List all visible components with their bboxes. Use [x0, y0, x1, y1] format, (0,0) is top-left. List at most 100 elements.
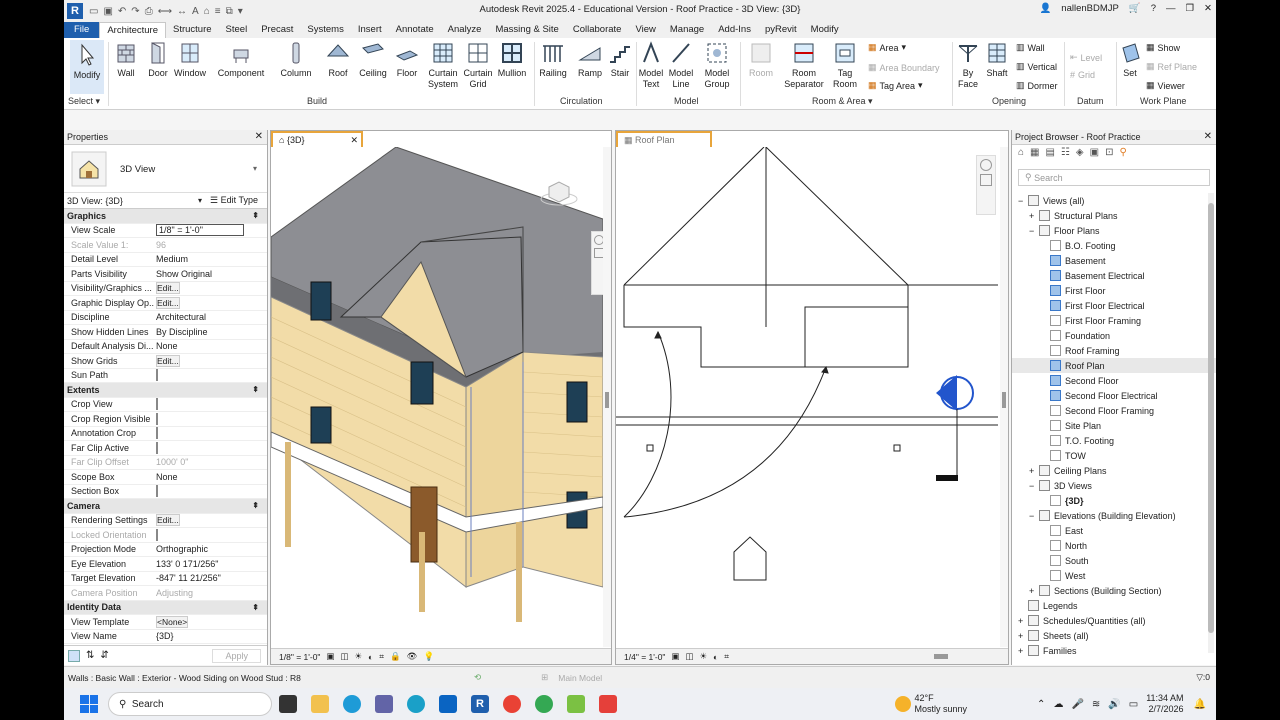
browser-item-basement[interactable]: Basement: [1012, 253, 1216, 268]
selection-count[interactable]: ▽:0: [1196, 672, 1210, 683]
browser-item-second-floor-framing[interactable]: Second Floor Framing: [1012, 403, 1216, 418]
revit-taskbar-icon[interactable]: R: [471, 695, 489, 713]
area-button[interactable]: ▦ Area ▾: [868, 42, 906, 53]
tab-systems[interactable]: Systems: [300, 22, 350, 38]
browser-item-sheets-all[interactable]: + Sheets (all): [1012, 628, 1216, 643]
property-edit-button[interactable]: Edit...: [156, 282, 180, 295]
expand-icon[interactable]: −: [1029, 226, 1039, 236]
property-edit-button[interactable]: Edit...: [156, 514, 180, 527]
save-icon[interactable]: ▣: [103, 6, 112, 17]
collapse-icon[interactable]: ⇞: [252, 385, 259, 394]
tab-modify[interactable]: Modify: [804, 22, 846, 38]
roof-button[interactable]: Roof: [322, 40, 354, 79]
property-checkbox[interactable]: [156, 369, 158, 382]
browser-scrollbar[interactable]: [1208, 193, 1214, 653]
wall-opening-button[interactable]: ▥ Wall: [1016, 42, 1045, 53]
camtasia-icon[interactable]: [567, 695, 585, 713]
visual-style-icon[interactable]: ◫: [340, 651, 348, 662]
browser-item-first-floor-electrical[interactable]: First Floor Electrical: [1012, 298, 1216, 313]
property-value[interactable]: Show Original: [156, 269, 212, 279]
property-value[interactable]: Orthographic: [156, 544, 208, 554]
tab-roof-plan[interactable]: ▦ Roof Plan: [616, 131, 712, 147]
property-checkbox[interactable]: [156, 485, 158, 498]
browser-item-first-floor[interactable]: First Floor: [1012, 283, 1216, 298]
curtain-system-button[interactable]: Curtain System: [424, 40, 462, 90]
view-scale-3d[interactable]: 1/8" = 1'-0": [279, 652, 320, 662]
property-checkbox[interactable]: [156, 528, 158, 541]
browser-item-structural-plans[interactable]: + Structural Plans: [1012, 208, 1216, 223]
group-camera[interactable]: Camera ⇞: [64, 499, 267, 514]
group-graphics[interactable]: Graphics ⇞: [64, 209, 267, 224]
component-button[interactable]: Component: [216, 40, 266, 79]
switch-windows-icon[interactable]: ⧉: [226, 6, 233, 17]
curtain-grid-button[interactable]: Curtain Grid: [460, 40, 496, 90]
select-panel-label[interactable]: Select ▾: [68, 96, 100, 107]
design-option-status[interactable]: Main Model: [558, 673, 602, 683]
browser-item-basement-electrical[interactable]: Basement Electrical: [1012, 268, 1216, 283]
browser-item-foundation[interactable]: Foundation: [1012, 328, 1216, 343]
sun-path-icon[interactable]: ☀: [355, 651, 363, 662]
roof-plan-canvas[interactable]: [616, 147, 998, 647]
browser-home-icon[interactable]: ⌂: [1018, 147, 1024, 159]
property-checkbox[interactable]: [156, 441, 158, 454]
browser-schedules-icon[interactable]: ☷: [1061, 147, 1070, 159]
roof-plan-window[interactable]: ▦ Roof Plan 1/4" = 1'-0" ▣ ◫ ☀ ◐ ⌗: [615, 130, 1009, 665]
minimize-button[interactable]: —: [1166, 3, 1176, 14]
modify-button[interactable]: Modify: [70, 40, 104, 94]
dormer-button[interactable]: ▥ Dormer: [1016, 80, 1058, 91]
property-edit-button[interactable]: Edit...: [156, 296, 180, 309]
cart-icon[interactable]: 🛒: [1129, 3, 1141, 14]
sort-icon[interactable]: ⇅: [86, 650, 94, 661]
expand-icon[interactable]: +: [1018, 631, 1028, 641]
show-work-plane-button[interactable]: ▦ Show: [1146, 42, 1180, 53]
browser-item-south[interactable]: South: [1012, 553, 1216, 568]
browser-item-floor-plans[interactable]: − Floor Plans: [1012, 223, 1216, 238]
apply-button[interactable]: Apply: [212, 648, 261, 663]
tab-steel[interactable]: Steel: [219, 22, 255, 38]
cloud-icon[interactable]: ☁: [1053, 699, 1063, 710]
restore-button[interactable]: ❐: [1186, 3, 1195, 14]
wall-button[interactable]: Wall: [112, 40, 140, 79]
property-checkbox[interactable]: [156, 412, 158, 425]
property-value[interactable]: {3D}: [156, 631, 174, 641]
chrome-icon[interactable]: [503, 695, 521, 713]
crop-icon[interactable]: ⌗: [379, 651, 384, 662]
tab-file[interactable]: File: [64, 22, 100, 38]
expand-icon[interactable]: −: [1029, 481, 1039, 491]
floor-button[interactable]: Floor: [392, 40, 422, 79]
user-name[interactable]: nallenBDMJP: [1061, 3, 1119, 14]
outlook-icon[interactable]: [439, 695, 457, 713]
thin-lines-icon[interactable]: ≡: [215, 6, 221, 17]
mullion-button[interactable]: Mullion: [494, 40, 530, 79]
edit-type-button[interactable]: ☰ Edit Type: [210, 195, 258, 206]
model-group-button[interactable]: Model Group: [700, 40, 734, 90]
property-value[interactable]: Medium: [156, 254, 188, 264]
edge-icon[interactable]: [343, 695, 361, 713]
view-scale-plan[interactable]: 1/4" = 1'-0": [624, 652, 665, 662]
browser-item-roof-plan[interactable]: Roof Plan: [1012, 358, 1216, 373]
volume-icon[interactable]: 🔊: [1108, 699, 1120, 710]
undo-icon[interactable]: ↶: [118, 6, 126, 17]
filter-selection-icon[interactable]: ⊞: [541, 672, 548, 683]
property-value[interactable]: None: [156, 341, 178, 351]
mic-icon[interactable]: 🎤: [1071, 699, 1083, 710]
clock[interactable]: 11:34 AM 2/7/2026: [1146, 693, 1183, 715]
file-explorer-icon[interactable]: [311, 695, 329, 713]
stair-button[interactable]: Stair: [606, 40, 634, 79]
browser-item-sections-building-section[interactable]: + Sections (Building Section): [1012, 583, 1216, 598]
tab-add-ins[interactable]: Add-Ins: [711, 22, 758, 38]
tray-chevron-icon[interactable]: ⌃: [1037, 699, 1045, 710]
measure-icon[interactable]: ⟷: [158, 6, 172, 17]
browser-search-input[interactable]: ⚲ Search: [1018, 169, 1210, 186]
browser-item-legends[interactable]: Legends: [1012, 598, 1216, 613]
plan-zoom-icon[interactable]: [980, 174, 992, 186]
plan-horizontal-scroll-thumb[interactable]: [934, 654, 948, 659]
worksharing-icon[interactable]: ⟲: [474, 672, 481, 683]
start-button[interactable]: [80, 695, 98, 713]
tab-collaborate[interactable]: Collaborate: [566, 22, 629, 38]
room-area-panel-label[interactable]: Room & Area ▾: [812, 96, 873, 107]
browser-sheets-icon[interactable]: ▤: [1046, 147, 1055, 159]
browser-item-tow[interactable]: TOW: [1012, 448, 1216, 463]
tab-view[interactable]: View: [628, 22, 662, 38]
help-icon[interactable]: ?: [1151, 3, 1156, 14]
